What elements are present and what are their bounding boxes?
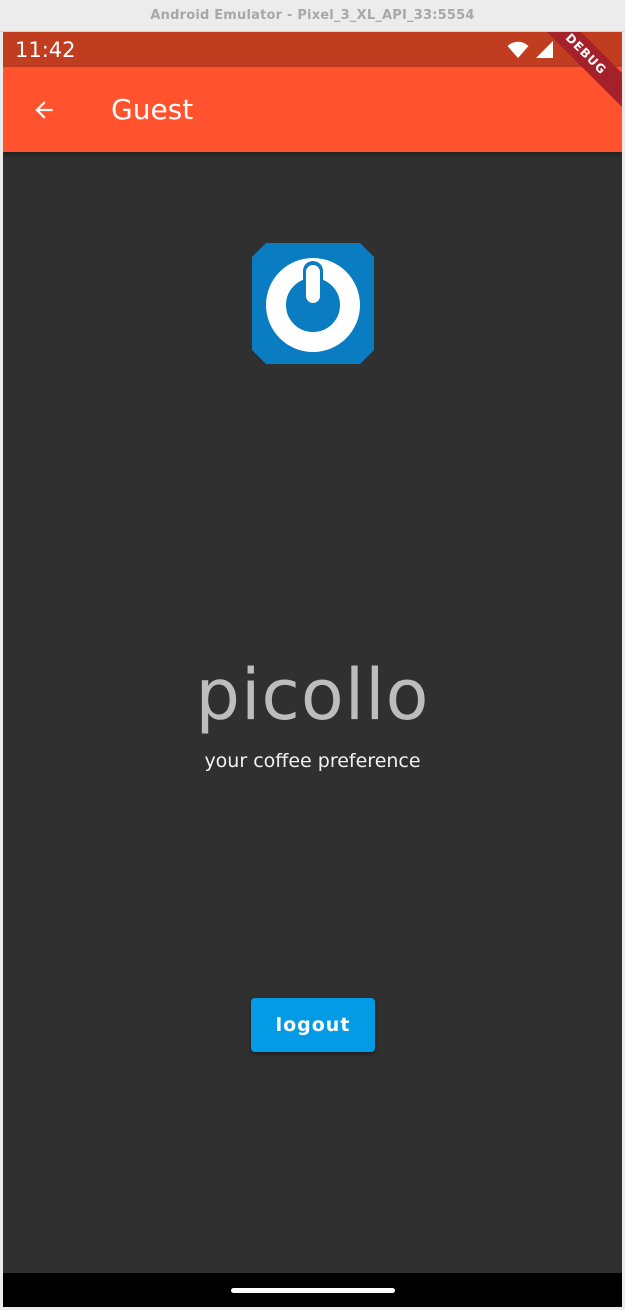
signal-icon xyxy=(536,41,553,58)
power-logo-icon xyxy=(252,243,374,364)
device-screen: 11:42 DEBUG Guest picollo your coffee pr… xyxy=(3,32,622,1307)
logout-button[interactable]: logout xyxy=(251,998,375,1052)
brand-tagline: your coffee preference xyxy=(204,750,421,772)
navigation-bar xyxy=(3,1273,622,1307)
back-button[interactable] xyxy=(16,82,72,138)
home-gesture-handle[interactable] xyxy=(231,1288,395,1293)
app-bar: Guest xyxy=(3,67,622,152)
status-icons xyxy=(507,40,554,59)
arrow-left-icon xyxy=(35,100,53,119)
status-bar: 11:42 xyxy=(3,32,622,67)
wifi-icon xyxy=(507,41,529,58)
status-time: 11:42 xyxy=(15,37,76,62)
emulator-title: Android Emulator - Pixel_3_XL_API_33:555… xyxy=(150,8,475,23)
emulator-titlebar: Android Emulator - Pixel_3_XL_API_33:555… xyxy=(0,0,625,32)
brand-name: picollo xyxy=(195,654,430,736)
page-title: Guest xyxy=(111,93,194,126)
